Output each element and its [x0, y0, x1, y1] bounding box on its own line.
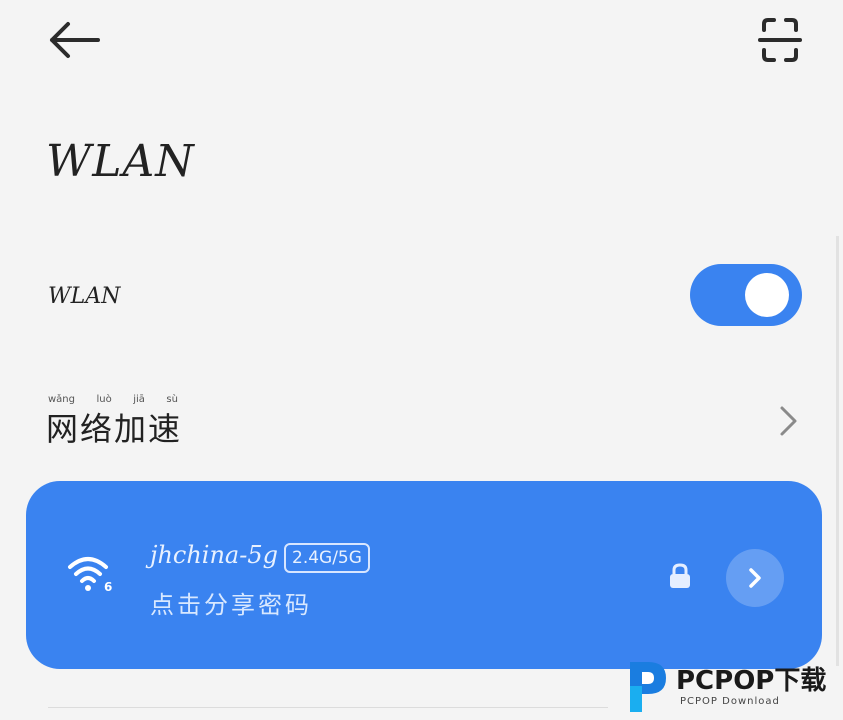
page-title: WLAN	[46, 136, 195, 187]
wlan-toggle-row: WLAN	[0, 256, 843, 336]
network-acceleration-row[interactable]: wǎng luò jiā sù 网络加速	[0, 380, 843, 460]
wifi-standard-badge: 6	[104, 580, 112, 593]
back-button[interactable]	[44, 18, 104, 62]
watermark: PCPOP下载 PCPOP Download	[622, 654, 842, 718]
band-badge: 2.4G/5G	[284, 543, 370, 573]
share-password-hint: 点击分享密码	[150, 591, 312, 619]
network-detail-button[interactable]	[726, 549, 784, 607]
network-ssid: jhchina-5g	[150, 541, 278, 569]
wlan-settings-page: WLAN WLAN wǎng luò jiā sù 网络加速 6 jhchina…	[0, 0, 843, 720]
watermark-subtitle: PCPOP Download	[680, 696, 780, 707]
chevron-right-icon	[780, 406, 797, 436]
wifi-6-icon: 6	[68, 557, 112, 593]
watermark-brand: PCPOP下载	[676, 666, 827, 696]
wlan-toggle-label: WLAN	[48, 284, 121, 309]
scan-button[interactable]	[752, 14, 808, 66]
wlan-toggle-switch[interactable]	[690, 264, 802, 326]
toggle-knob	[745, 273, 789, 317]
chevron-right-icon	[749, 568, 761, 588]
connected-network-card[interactable]: 6 jhchina-5g 2.4G/5G 点击分享密码	[26, 481, 822, 669]
list-divider	[48, 707, 608, 708]
scan-frame-icon	[758, 18, 802, 62]
pcpop-logo-icon	[630, 662, 666, 712]
arrow-left-icon	[50, 22, 100, 58]
network-acceleration-label: 网络加速	[46, 410, 183, 448]
lock-icon	[670, 563, 690, 588]
scroll-indicator	[836, 236, 839, 666]
